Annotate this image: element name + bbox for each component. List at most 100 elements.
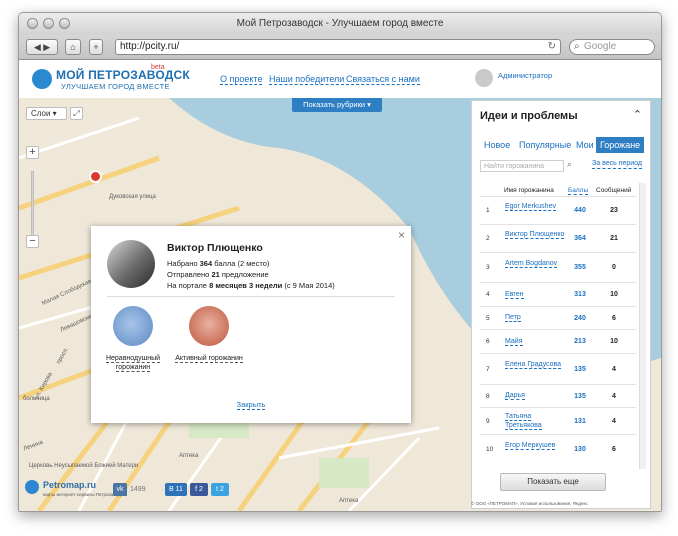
header-points[interactable]: Баллы — [568, 187, 589, 195]
close-icon[interactable]: × — [398, 228, 405, 242]
collapse-icon[interactable]: ⌃ — [633, 108, 642, 121]
row-number: 10 — [486, 446, 494, 453]
citizen-name-link[interactable]: Artem Bogdanov — [505, 259, 565, 269]
citizen-name-link[interactable]: Евген — [505, 290, 565, 300]
logo-title[interactable]: МОЙ ПЕТРОЗАВОДСК — [56, 68, 190, 82]
citizen-search-input[interactable]: Найти горожанина — [480, 160, 564, 172]
petromap-link[interactable]: Petromap.ru — [43, 480, 96, 490]
citizen-points[interactable]: 135 — [566, 366, 594, 373]
city-map[interactable]: Дуковская улица Малая Слободская улица Л… — [19, 98, 661, 511]
title-bar: Мой Петрозаводск - Улучшаем город вместе — [19, 13, 661, 35]
citizen-points[interactable]: 364 — [566, 235, 594, 242]
address-bar[interactable]: http://pcity.ru/ ↻ — [115, 39, 561, 55]
scrollbar[interactable] — [639, 183, 646, 469]
citizen-messages: 6 — [612, 314, 616, 322]
portal-prefix: На портале — [167, 281, 210, 290]
citizen-name-link[interactable]: Егор Меркушев — [505, 441, 565, 451]
layers-button[interactable]: Слои ▾ — [26, 107, 67, 120]
citizen-points[interactable]: 355 — [566, 264, 594, 271]
layers-label: Слои — [31, 109, 51, 118]
table-row: 6 Майя 213 10 — [480, 329, 636, 354]
citizen-points[interactable]: 440 — [566, 207, 594, 214]
citizen-points[interactable]: 240 — [566, 315, 594, 322]
show-rubrics-button[interactable]: Показать рубрики ▾ — [292, 98, 382, 112]
reload-icon[interactable]: ↻ — [548, 40, 556, 54]
rubrics-label: Показать рубрики — [303, 100, 366, 109]
nav-contact[interactable]: Связаться с нами — [346, 74, 420, 85]
table-row: 2 Виктор Плющенко 364 21 — [480, 224, 636, 253]
show-more-button[interactable]: Показать еще — [500, 473, 606, 491]
zoom-slider[interactable] — [31, 171, 34, 243]
row-number: 4 — [486, 291, 490, 298]
nav-winners[interactable]: Наши победители — [269, 74, 345, 85]
citizen-name-link[interactable]: Татьяна Третьякова — [505, 413, 565, 430]
vk-icon[interactable]: vk — [113, 483, 127, 496]
citizen-name: Егор Меркушев — [505, 441, 556, 450]
user-name: Виктор Плющенко — [167, 242, 263, 254]
citizen-name-link[interactable]: Виктор Плющенко — [505, 230, 565, 240]
b-share-button[interactable]: B 11 — [165, 483, 187, 496]
twitter-share-button[interactable]: t 2 — [211, 483, 229, 496]
back-forward-buttons[interactable]: ◀ ▶ — [26, 39, 58, 55]
citizen-points[interactable]: 213 — [566, 338, 594, 345]
zoom-in-button[interactable]: + — [26, 146, 39, 159]
citizen-name: Татьяна Третьякова — [505, 413, 542, 430]
citizen-messages: 6 — [612, 446, 616, 453]
map-marker-icon[interactable] — [89, 170, 102, 183]
tab-new[interactable]: Новое — [484, 137, 510, 153]
portrait-badge-icon[interactable] — [189, 306, 229, 346]
nav-about[interactable]: О проекте — [220, 74, 263, 85]
citizen-name-link[interactable]: Елена Градусова — [505, 361, 565, 370]
admin-avatar[interactable] — [475, 69, 493, 87]
citizen-points[interactable]: 131 — [566, 418, 594, 425]
citizen-name: Петр — [505, 314, 521, 323]
vk-count: 1499 — [130, 486, 146, 493]
tab-popular[interactable]: Популярные — [519, 137, 571, 153]
row-number: 2 — [486, 235, 490, 242]
map-label: больница — [23, 396, 50, 402]
row-number: 8 — [486, 392, 490, 400]
park-2 — [319, 458, 369, 488]
t-count: 2 — [219, 486, 224, 493]
citizen-name: Дарья — [505, 392, 525, 401]
citizen-name-link[interactable]: Майя — [505, 337, 565, 347]
citizen-points[interactable]: 135 — [566, 393, 594, 400]
citizen-name-link[interactable]: Петр — [505, 314, 565, 323]
petromap-logo-icon[interactable] — [25, 480, 39, 494]
row-number: 6 — [486, 338, 490, 345]
ideas-panel: Идеи и проблемы ⌃ Новое Популярные Мои Г… — [471, 100, 651, 509]
megaphone-badge-icon[interactable] — [113, 306, 153, 346]
window-title: Мой Петрозаводск - Улучшаем город вместе — [236, 18, 444, 29]
citizen-points[interactable]: 313 — [566, 291, 594, 298]
facebook-share-button[interactable]: f 2 — [190, 483, 208, 496]
close-link-text: Закрыть — [236, 400, 266, 410]
website: МОЙ ПЕТРОЗАВОДСК beta УЛУЧШАЕМ ГОРОД ВМЕ… — [19, 60, 661, 511]
home-icon[interactable]: ⌂ — [65, 39, 81, 55]
search-icon[interactable]: ⌕ — [567, 159, 572, 170]
sent-line: Отправлено 21 предложение — [167, 270, 269, 279]
row-number: 9 — [486, 417, 490, 425]
tab-citizens[interactable]: Горожане — [596, 137, 645, 153]
period-filter[interactable]: За весь период — [592, 160, 643, 169]
table-row: 8 Дарья 135 4 — [480, 384, 636, 408]
portal-suffix: (с 9 Мая 2014) — [282, 281, 335, 290]
logo-icon[interactable] — [32, 69, 52, 89]
fullscreen-icon[interactable]: ⤢ — [70, 107, 83, 120]
close-link[interactable]: Закрыть — [91, 400, 411, 410]
tab-mine[interactable]: Мои — [576, 137, 594, 153]
header-messages: Сообщений — [596, 187, 632, 194]
map-label: Церковь Неусыпаемой Божией Матери — [29, 463, 139, 469]
badge-label-text: Неравнодушный горожанин — [105, 355, 161, 372]
citizen-messages: 0 — [612, 264, 616, 271]
table-row: 3 Artem Bogdanov 355 0 — [480, 252, 636, 283]
search-icon: ⌕ — [574, 41, 580, 52]
zoom-out-button[interactable]: − — [26, 235, 39, 248]
citizen-name-link[interactable]: Дарья — [505, 392, 565, 401]
citizen-name: Евген — [505, 290, 524, 299]
citizen-points[interactable]: 130 — [566, 446, 594, 453]
add-bookmark-icon[interactable]: + — [89, 39, 103, 55]
citizen-name: Виктор Плющенко — [505, 230, 565, 239]
citizen-name-link[interactable]: Egor Merkushev — [505, 202, 565, 212]
google-search-field[interactable]: ⌕ Google — [569, 39, 655, 55]
admin-link[interactable]: Администратор — [498, 71, 552, 80]
